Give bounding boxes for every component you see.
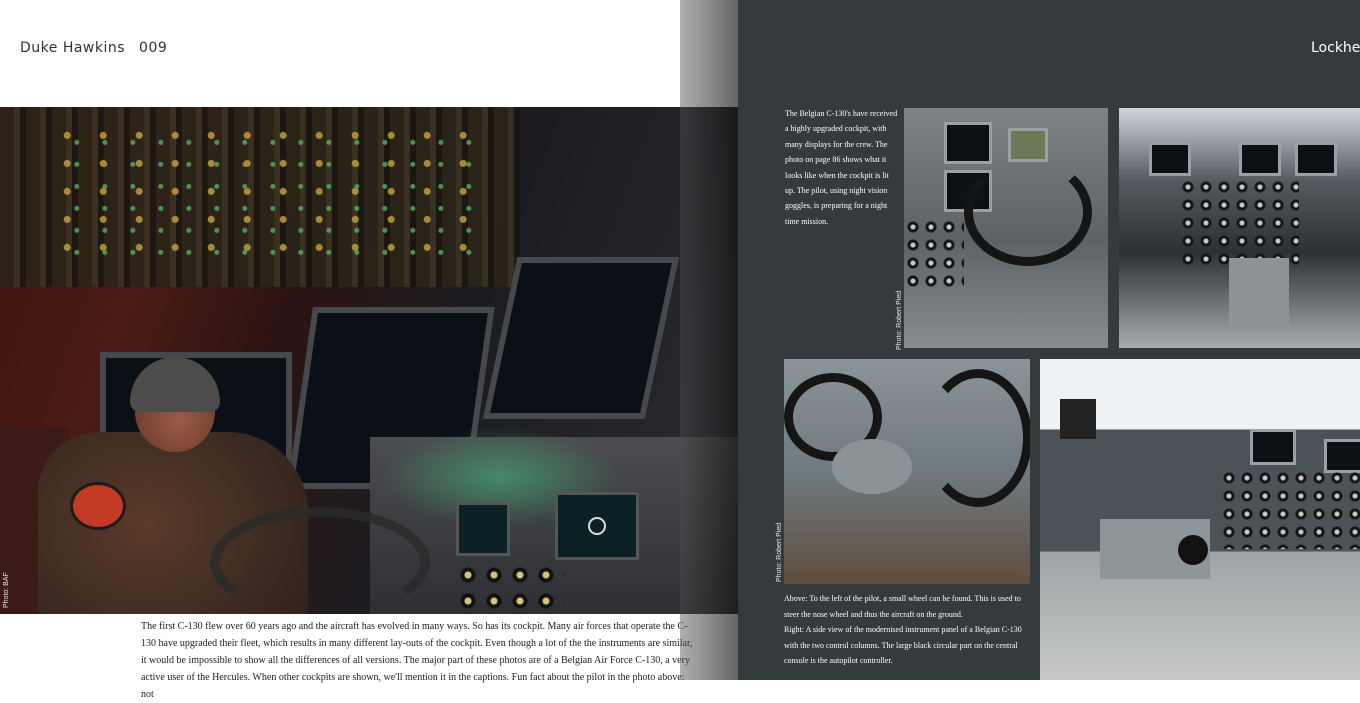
page-gutter xyxy=(680,0,738,680)
control-column xyxy=(964,158,1092,266)
photo-caption: Above: To the left of the pilot, a small… xyxy=(784,594,1022,666)
photo-instrument-panel xyxy=(1119,108,1360,348)
photo-credit: Photo: Robert Pied xyxy=(776,522,783,582)
page-header: Duke Hawkins 009 xyxy=(20,40,167,56)
photo-cockpit-side-view xyxy=(1040,359,1360,680)
photo-credit: Photo: BAF xyxy=(3,572,10,608)
overhead-panel-lights xyxy=(60,127,480,267)
radar-display xyxy=(555,492,639,560)
front-window-right xyxy=(482,257,680,419)
shoulder-patch xyxy=(70,482,126,530)
page-number: 009 xyxy=(139,40,168,56)
autopilot-controller xyxy=(1178,535,1208,565)
instrument-dials xyxy=(455,562,565,614)
control-column xyxy=(924,369,1030,507)
side-panel xyxy=(1060,399,1096,439)
right-page: Lockhe The Belgian C-130's have received… xyxy=(738,0,1360,680)
left-page: Duke Hawkins 009 Photo: BAF The first C-… xyxy=(0,0,738,700)
chapter-title: Lockhe xyxy=(1311,40,1360,56)
tiller-housing xyxy=(832,439,912,494)
display-screen xyxy=(1295,142,1337,176)
author-name: Duke Hawkins xyxy=(20,40,126,56)
display-screen xyxy=(1008,128,1048,162)
display-screen xyxy=(1324,439,1360,473)
instrument-cluster xyxy=(1179,178,1299,268)
small-display xyxy=(456,502,510,556)
control-yoke xyxy=(210,507,430,614)
photo-pilot-console xyxy=(904,108,1108,348)
switch-panel xyxy=(904,218,964,288)
display-screen xyxy=(944,122,992,164)
intro-text: The Belgian C-130's have received a high… xyxy=(785,109,898,226)
throttle-quadrant xyxy=(1229,258,1289,328)
photo-nose-wheel-steering xyxy=(784,359,1030,584)
photo-credit: Photo: Robert Pied xyxy=(896,290,903,350)
body-text: The first C-130 flew over 60 years ago a… xyxy=(141,621,693,700)
instrument-cluster xyxy=(1220,469,1360,549)
cockpit-hero-photo xyxy=(0,107,738,614)
display-screen xyxy=(1250,429,1296,465)
display-screen xyxy=(1239,142,1281,176)
display-screen xyxy=(1149,142,1191,176)
